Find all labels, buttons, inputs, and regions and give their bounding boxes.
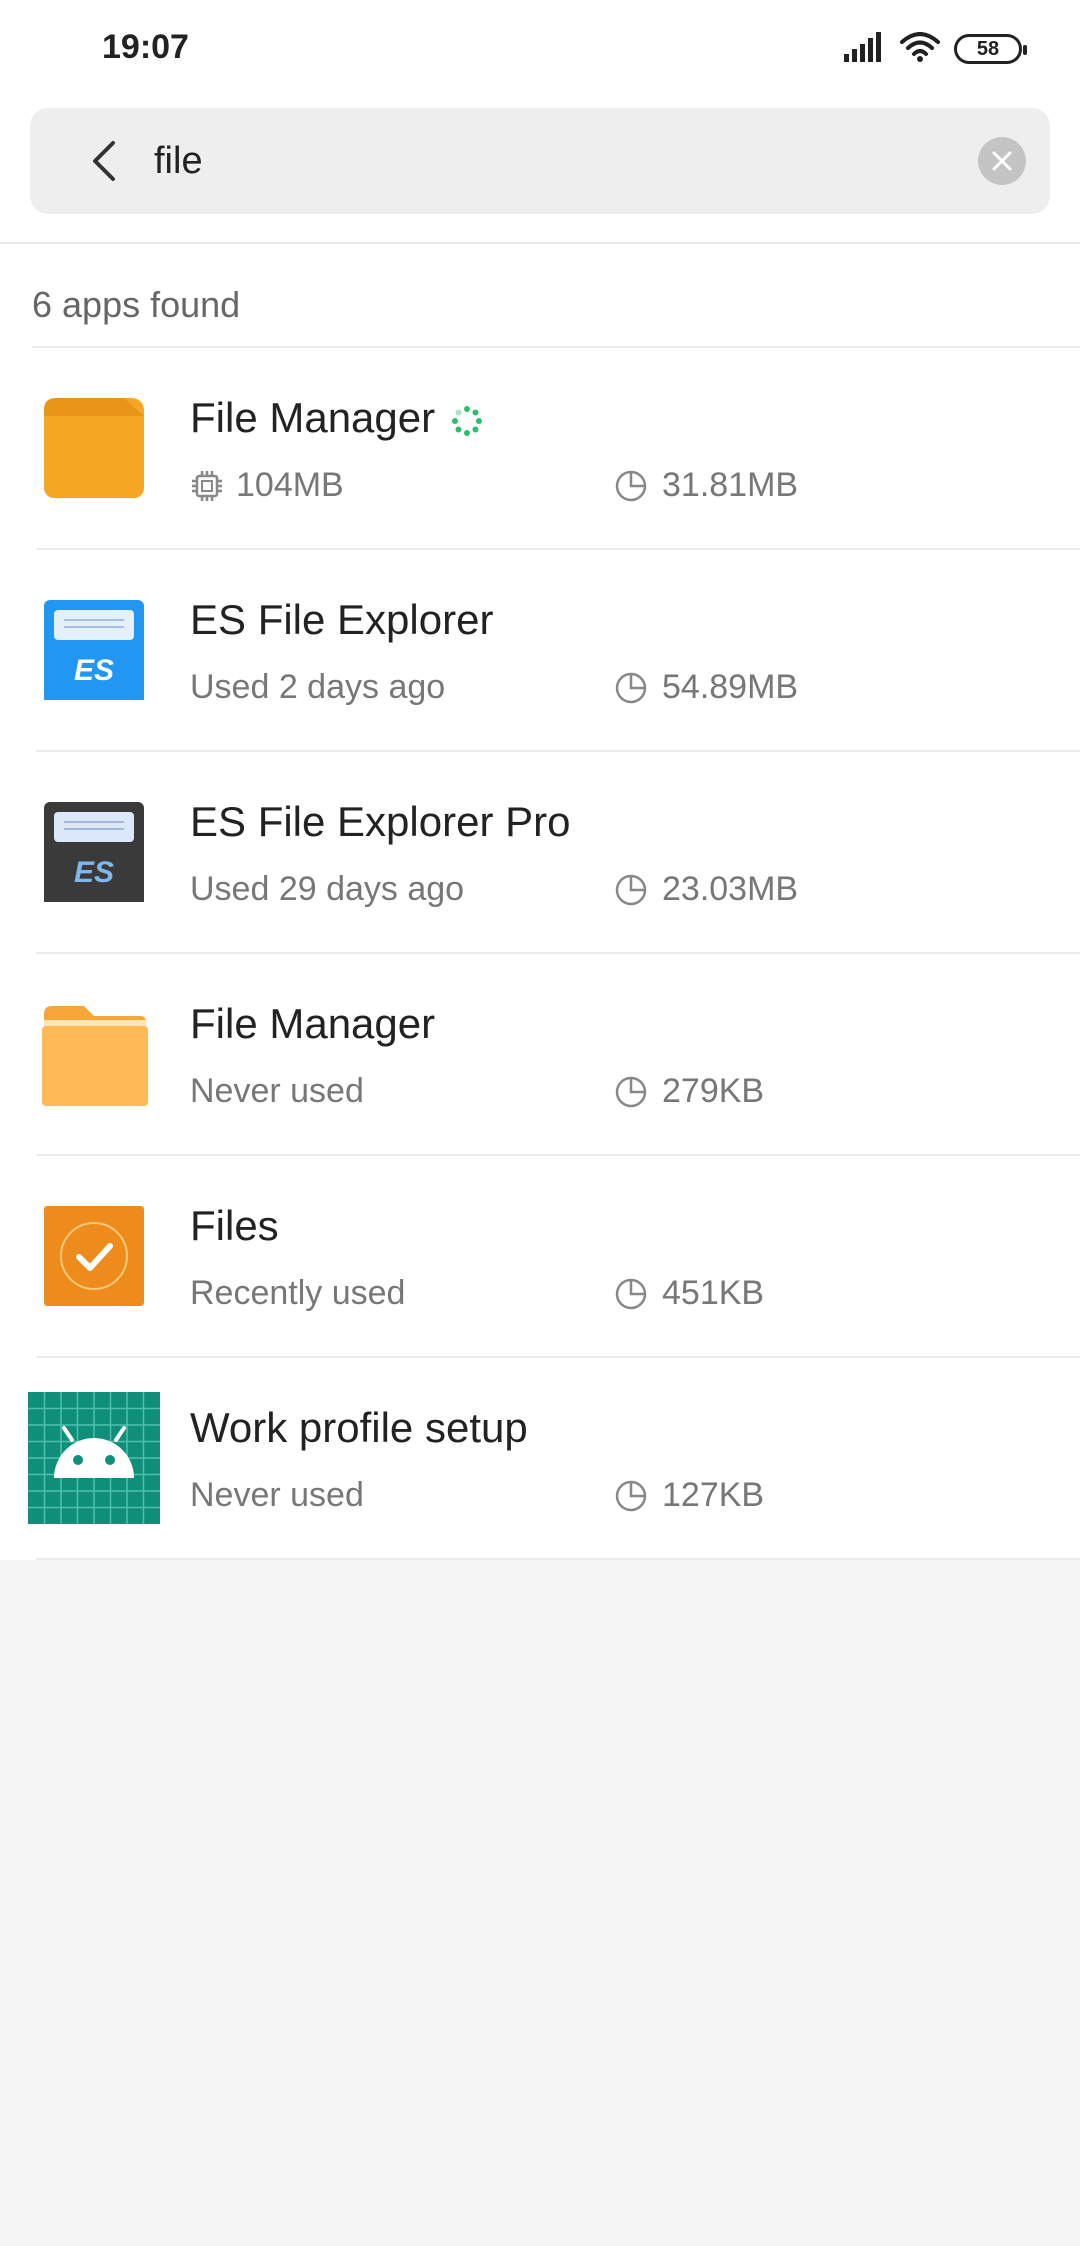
folder-orange-icon — [44, 398, 144, 503]
app-row[interactable]: ES ES File Explorer Used 2 days ago 54.8… — [0, 550, 1080, 752]
app-size-text: 127KB — [662, 1476, 765, 1514]
clear-search-button[interactable] — [978, 137, 1026, 185]
files-check-icon — [44, 1206, 144, 1311]
app-row[interactable]: File Manager 104MB 31.81MB — [0, 348, 1080, 550]
app-storage: 23.03MB — [614, 870, 798, 909]
app-name-text: File Manager — [190, 394, 436, 441]
app-size-text: 31.81MB — [662, 466, 799, 504]
search-header — [0, 100, 1080, 244]
back-button[interactable] — [74, 131, 134, 191]
app-size-text: 23.03MB — [662, 870, 799, 908]
app-name: File Manager — [190, 394, 483, 442]
storage-pie-icon — [615, 470, 647, 501]
app-row[interactable]: ES ES File Explorer Pro Used 29 days ago… — [0, 752, 1080, 954]
app-storage: 31.81MB — [614, 466, 798, 505]
clear-icon — [992, 151, 1012, 171]
android-work-profile-icon — [28, 1392, 160, 1529]
app-last-used: Never used — [190, 1476, 364, 1514]
battery-icon: 58 — [954, 34, 1027, 64]
app-size-text: 54.89MB — [662, 668, 799, 706]
storage-pie-icon — [615, 1076, 647, 1107]
wifi-icon — [900, 31, 940, 67]
app-name: Files — [190, 1202, 279, 1249]
app-row[interactable]: File Manager Never used 279KB — [0, 954, 1080, 1156]
divider — [36, 1558, 1080, 1560]
app-last-used: Never used — [190, 1072, 364, 1110]
app-name: ES File Explorer — [190, 596, 494, 643]
svg-text:ES: ES — [74, 856, 114, 889]
storage-pie-icon — [615, 874, 647, 905]
app-storage: 54.89MB — [614, 668, 798, 707]
storage-pie-icon — [615, 1480, 647, 1511]
app-size-text: 451KB — [662, 1274, 765, 1312]
storage-pie-icon — [615, 672, 647, 703]
app-last-used: Recently used — [190, 1274, 406, 1312]
app-name: Work profile setup — [190, 1404, 528, 1451]
app-last-used: Used 29 days ago — [190, 870, 465, 908]
app-row[interactable]: Files Recently used 451KB — [0, 1156, 1080, 1358]
es-file-explorer-icon: ES — [44, 600, 144, 705]
folder-light-orange-icon — [40, 1004, 148, 1113]
app-storage: 127KB — [614, 1476, 764, 1515]
app-storage: 279KB — [614, 1072, 764, 1111]
search-input[interactable] — [154, 126, 974, 196]
results-list: 6 apps found File Manager 104MB 31.81MB … — [0, 244, 1080, 1560]
signal-icon — [844, 31, 886, 67]
app-name: File Manager — [190, 1000, 436, 1047]
app-storage: 451KB — [614, 1274, 764, 1313]
battery-level: 58 — [976, 37, 1000, 60]
status-icons: 58 — [844, 30, 1027, 68]
chevron-left-icon — [93, 141, 115, 181]
storage-pie-icon — [615, 1278, 647, 1309]
status-time: 19:07 — [102, 28, 189, 66]
status-bar: 19:07 58 — [0, 0, 1080, 100]
search-bar — [30, 108, 1050, 214]
app-row[interactable]: Work profile setup Never used 127KB — [0, 1358, 1080, 1560]
chip-icon — [192, 470, 222, 501]
result-count: 6 apps found — [32, 284, 241, 325]
app-memory-text: 104MB — [236, 466, 344, 504]
running-indicator-icon — [452, 405, 483, 436]
svg-text:ES: ES — [74, 654, 114, 687]
app-last-used: Used 2 days ago — [190, 668, 446, 706]
es-file-explorer-pro-icon: ES — [44, 802, 144, 907]
app-name: ES File Explorer Pro — [190, 798, 571, 845]
app-memory: 104MB — [190, 466, 344, 505]
app-size-text: 279KB — [662, 1072, 765, 1110]
